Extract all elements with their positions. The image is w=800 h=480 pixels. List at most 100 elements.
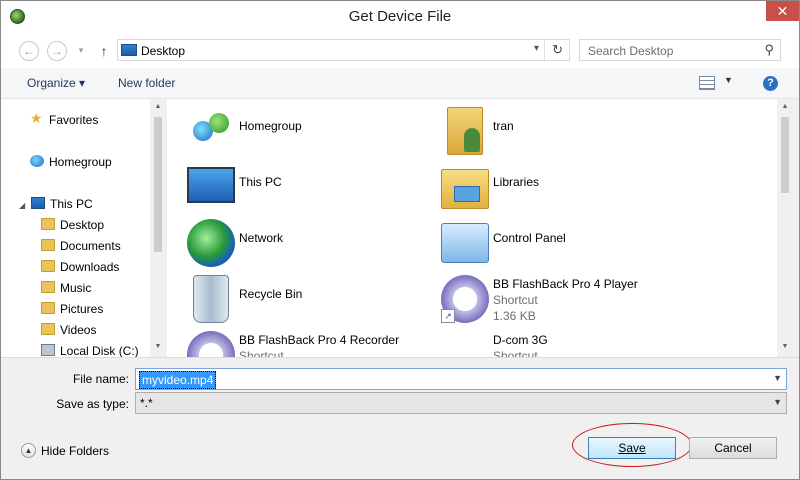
flashback-player-icon: ↗ <box>441 275 489 323</box>
back-button[interactable]: ← <box>19 41 39 61</box>
window-title: Get Device File <box>348 8 452 25</box>
forward-button[interactable]: → <box>47 41 67 61</box>
file-item-libraries[interactable]: Libraries <box>441 163 691 215</box>
file-name: Homegroup <box>239 119 302 133</box>
file-name: BB FlashBack Pro 4 Player <box>493 277 638 291</box>
homegroup-icon <box>187 107 235 155</box>
file-item-tran[interactable]: tran <box>441 107 691 159</box>
file-name: Network <box>239 231 284 245</box>
folder-icon <box>41 239 55 251</box>
scroll-up-icon[interactable]: ▲ <box>777 103 793 110</box>
save-type-label: Save as type: <box>56 397 129 411</box>
file-list: Homegroup tran This PC Libraries Network… <box>167 99 777 357</box>
dialog-footer: ▲ Hide Folders Save Cancel <box>1 423 799 479</box>
close-button[interactable]: ✕ <box>766 1 799 21</box>
scroll-down-icon[interactable]: ▼ <box>777 343 793 350</box>
file-item-dcom[interactable]: D-com 3G Shortcut <box>441 331 691 357</box>
command-bar: Organize ▾ New folder ▼ ? <box>1 68 799 99</box>
view-options-chevron-icon[interactable]: ▼ <box>724 75 733 85</box>
navigation-pane: ★ Favorites Homegroup ◢ This PC Desktop … <box>1 99 166 357</box>
organize-button[interactable]: Organize ▾ <box>27 76 85 90</box>
address-separator <box>544 40 545 60</box>
sidebar-item-label: Pictures <box>60 302 104 316</box>
scroll-up-icon[interactable]: ▲ <box>150 103 166 110</box>
sidebar-item-label: Favorites <box>49 113 99 127</box>
scrollbar-thumb[interactable] <box>781 117 789 193</box>
search-icon[interactable]: ⚲ <box>764 42 774 58</box>
file-name: This PC <box>239 175 282 189</box>
sidebar-item-label: Music <box>60 281 92 295</box>
file-name-label: File name: <box>72 372 129 386</box>
file-name-dropdown-icon[interactable]: ▼ <box>773 373 782 383</box>
computer-icon <box>31 197 45 209</box>
search-input[interactable]: Search Desktop ⚲ <box>579 39 781 61</box>
help-icon[interactable]: ? <box>763 76 778 91</box>
recent-locations-chevron-icon[interactable]: ▾ <box>75 41 87 61</box>
folder-icon <box>41 281 55 293</box>
file-type: Shortcut <box>493 349 538 357</box>
file-size: 1.36 KB <box>493 309 536 323</box>
hide-folders-label: Hide Folders <box>41 444 110 458</box>
homegroup-icon <box>30 155 44 167</box>
sidebar-item-label: This PC <box>50 197 93 211</box>
sidebar-item-label: Local Disk (C:) <box>60 344 139 357</box>
refresh-icon[interactable]: ↻ <box>552 42 563 58</box>
address-field[interactable]: Desktop ▾ ↻ <box>117 39 570 61</box>
change-view-icon[interactable] <box>699 76 715 90</box>
search-placeholder: Search Desktop <box>588 44 674 58</box>
shortcut-arrow-icon: ↗ <box>441 309 455 323</box>
cancel-button[interactable]: Cancel <box>689 437 777 459</box>
sidebar-item-label: Desktop <box>60 218 105 232</box>
file-name: tran <box>493 119 514 133</box>
computer-icon <box>187 167 235 203</box>
network-icon <box>187 219 235 267</box>
folder-icon <box>41 218 55 230</box>
control-panel-icon <box>441 223 489 263</box>
file-list-scrollbar[interactable]: ▲ ▼ <box>777 99 793 357</box>
file-item-network[interactable]: Network <box>187 219 437 271</box>
file-name: Control Panel <box>493 231 566 245</box>
file-name: D-com 3G <box>493 333 548 347</box>
chevron-up-icon: ▲ <box>21 443 36 458</box>
address-dropdown-icon[interactable]: ▾ <box>534 43 539 54</box>
file-item-this-pc[interactable]: This PC <box>187 163 437 215</box>
file-item-flashback-player[interactable]: ↗ BB FlashBack Pro 4 Player Shortcut 1.3… <box>441 275 691 327</box>
file-name: Recycle Bin <box>239 287 303 301</box>
address-bar-row: ← → ▾ ↑ Desktop ▾ ↻ Search Desktop ⚲ <box>1 32 799 68</box>
expand-chevron-icon[interactable]: ◢ <box>19 201 25 210</box>
file-name-field[interactable]: myvideo.mp4 ▼ <box>135 368 787 390</box>
sidebar-item-label: Downloads <box>60 260 120 274</box>
file-item-homegroup[interactable]: Homegroup <box>187 107 437 159</box>
file-name-value[interactable]: myvideo.mp4 <box>139 371 217 389</box>
save-type-value: *.* <box>140 396 153 410</box>
user-folder-icon <box>447 107 483 155</box>
desktop-icon <box>121 44 137 56</box>
disk-icon <box>41 344 55 356</box>
file-name: BB FlashBack Pro 4 Recorder <box>239 333 400 347</box>
folder-icon <box>41 260 55 272</box>
flashback-recorder-icon <box>187 331 235 357</box>
save-type-dropdown-icon[interactable]: ▼ <box>773 397 782 407</box>
save-dialog: Get Device File ✕ ← → ▾ ↑ Desktop ▾ ↻ Se… <box>0 0 800 480</box>
recycle-bin-icon <box>193 275 229 323</box>
scrollbar-thumb[interactable] <box>154 117 162 252</box>
star-icon: ★ <box>30 110 43 126</box>
file-type: Shortcut <box>239 349 284 357</box>
file-item-control-panel[interactable]: Control Panel <box>441 219 691 271</box>
file-form: File name: myvideo.mp4 ▼ Save as type: *… <box>1 357 799 429</box>
up-button[interactable]: ↑ <box>97 41 111 61</box>
sidebar-item-label: Videos <box>60 323 97 337</box>
navigation-scrollbar[interactable]: ▲ ▼ <box>150 99 166 357</box>
file-item-recycle-bin[interactable]: Recycle Bin <box>187 275 437 327</box>
address-location: Desktop <box>141 44 186 58</box>
save-button[interactable]: Save <box>588 437 676 459</box>
libraries-icon <box>441 169 489 209</box>
save-button-label: Save <box>618 441 646 455</box>
scroll-down-icon[interactable]: ▼ <box>150 343 166 350</box>
folder-icon <box>41 302 55 314</box>
file-item-flashback-recorder[interactable]: BB FlashBack Pro 4 Recorder Shortcut <box>187 331 437 357</box>
save-type-select[interactable]: *.* ▼ <box>135 392 787 414</box>
folder-icon <box>41 323 55 335</box>
sidebar-item-label: Homegroup <box>49 155 112 169</box>
new-folder-button[interactable]: New folder <box>118 76 175 90</box>
